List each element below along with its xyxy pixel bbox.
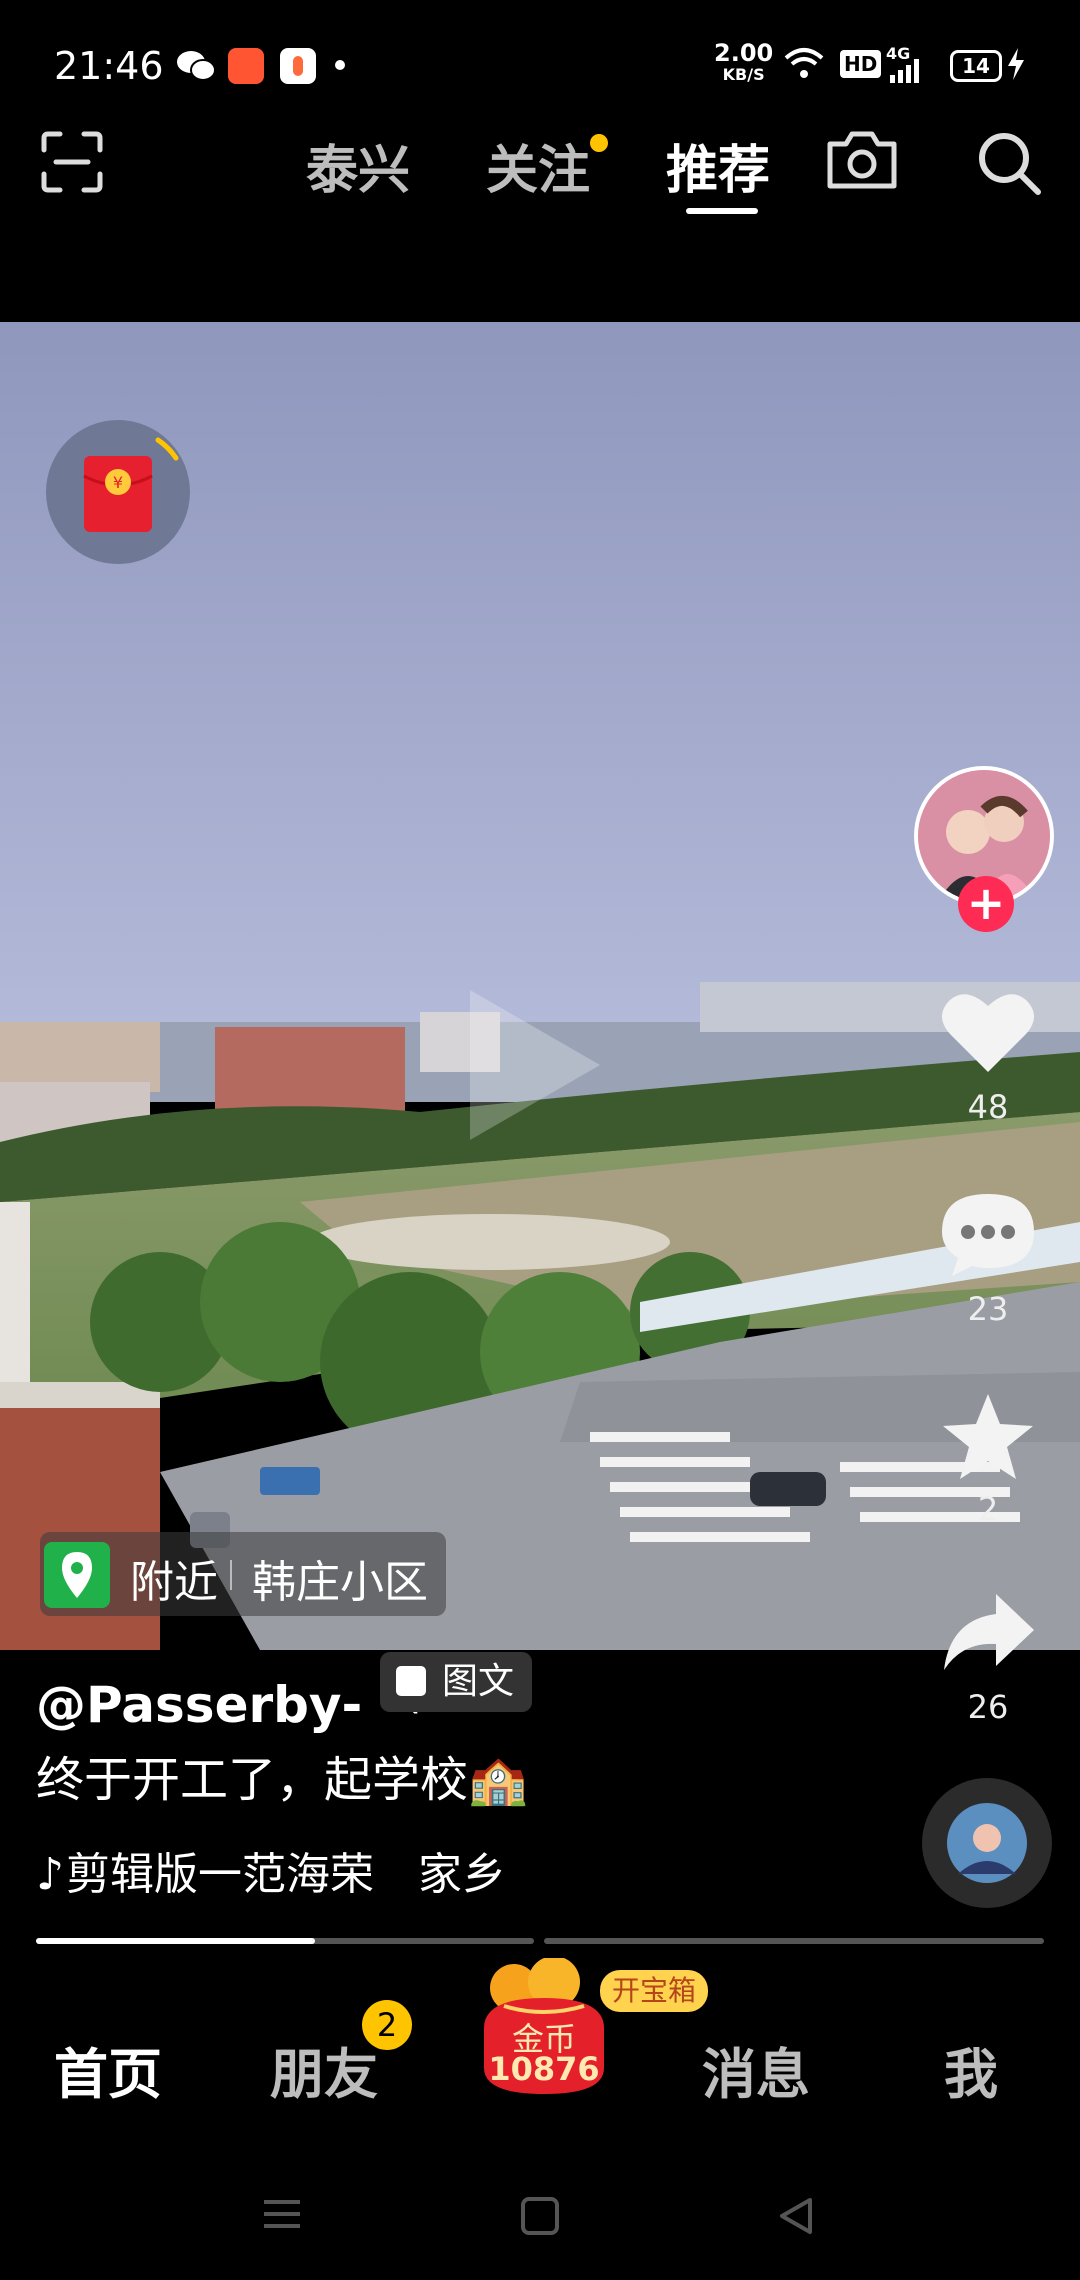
tab-recommended[interactable]: 推荐 (666, 128, 770, 203)
tab-following[interactable]: 关注 (486, 128, 590, 203)
active-tab-underline (686, 208, 758, 214)
system-back-icon[interactable] (776, 2196, 816, 2240)
svg-text:¥: ¥ (113, 473, 123, 492)
dot-icon (335, 60, 345, 70)
location-name: 韩庄小区 (252, 1557, 428, 1608)
music-info[interactable]: ♪剪辑版一范海荣 家乡 (36, 1838, 506, 1902)
follow-plus-button[interactable]: + (958, 876, 1014, 932)
new-content-dot (590, 134, 608, 152)
image-text-icon (396, 1666, 426, 1696)
system-home-icon[interactable] (520, 2196, 560, 2240)
like-count: 48 (967, 1088, 1009, 1126)
music-note-icon: ♪ (36, 1849, 65, 1900)
image-progress-fill (36, 1938, 315, 1944)
music-disc-button[interactable] (922, 1778, 1052, 1908)
coins-value: 10876 (488, 2050, 600, 2088)
net-speed: 2.00 KB/S (714, 39, 774, 84)
nav-me[interactable]: 我 (944, 2030, 998, 2109)
location-chip[interactable]: 附近 韩庄小区 (40, 1532, 446, 1616)
play-watermark-icon (460, 980, 610, 1154)
post-caption[interactable]: 终于开工了，起学校🏫 (36, 1740, 528, 1810)
friends-badge: 2 (362, 2000, 412, 2050)
scan-icon[interactable] (40, 130, 104, 198)
app-icon (280, 48, 316, 84)
tab-local[interactable]: 泰兴 (306, 128, 410, 203)
location-label: 附近 (130, 1557, 218, 1608)
coin-bag-button[interactable]: 金币 10876 (464, 1958, 624, 2098)
like-icon[interactable] (940, 988, 1036, 1080)
favorite-star-icon[interactable] (940, 1392, 1036, 1486)
share-icon[interactable] (940, 1590, 1036, 1678)
battery-indicator: 14 (950, 50, 1002, 82)
location-pin-icon (44, 1542, 110, 1608)
image-progress-track (544, 1938, 1044, 1944)
app-icon (228, 48, 264, 84)
nav-friends[interactable]: 朋友 (270, 2030, 378, 2109)
music-title: 剪辑版一范海荣 家乡 (66, 1849, 506, 1900)
camera-icon[interactable] (824, 128, 900, 196)
wechat-icon (176, 48, 216, 88)
post-type-badge: 图文 (380, 1652, 533, 1712)
comment-count: 23 (967, 1290, 1009, 1328)
search-icon[interactable] (974, 128, 1044, 202)
favorite-count: 2 (977, 1490, 999, 1528)
location-divider (230, 1560, 232, 1590)
charging-icon (1006, 48, 1026, 84)
share-count: 26 (967, 1688, 1009, 1726)
open-treasure-badge[interactable]: 开宝箱 (600, 1970, 709, 2012)
signal-icon: 4G (886, 44, 926, 87)
comment-icon[interactable] (940, 1190, 1036, 1282)
hd-icon: HD (840, 50, 882, 78)
nav-home[interactable]: 首页 (54, 2030, 162, 2109)
system-menu-icon[interactable] (262, 2196, 302, 2236)
nav-messages[interactable]: 消息 (702, 2030, 810, 2109)
status-time: 21:46 (54, 44, 164, 88)
red-envelope-widget[interactable]: ¥ (46, 420, 190, 564)
wifi-icon (784, 46, 824, 84)
